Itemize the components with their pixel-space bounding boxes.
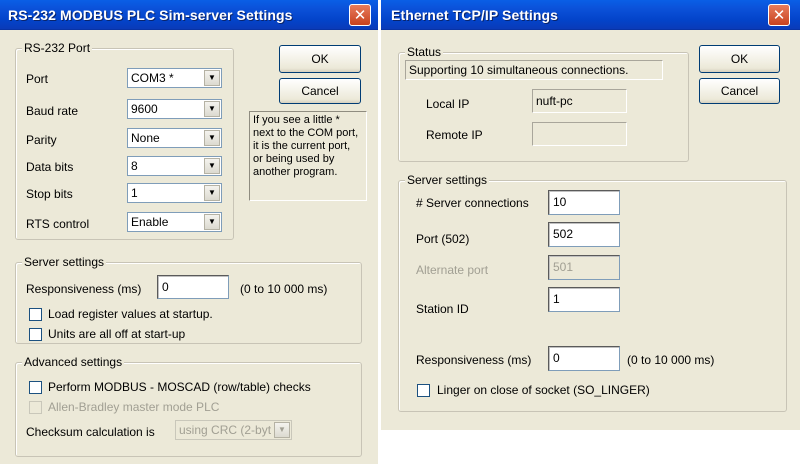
right-close-button[interactable]: ✕ [768, 4, 790, 26]
right-responsiveness-range: (0 to 10 000 ms) [627, 353, 715, 367]
baud-rate-label: Baud rate [26, 104, 79, 118]
rts-control-value: Enable [131, 215, 169, 229]
alternate-port-input[interactable]: 501 [548, 255, 620, 280]
data-bits-label: Data bits [26, 160, 74, 174]
remote-ip-label: Remote IP [426, 128, 483, 142]
checksum-value: using CRC (2-byt [179, 423, 272, 437]
station-id-value: 1 [553, 292, 560, 306]
left-server-settings-legend: Server settings [22, 255, 107, 269]
allen-bradley-label: Allen-Bradley master mode PLC [48, 400, 220, 414]
chevron-down-icon[interactable]: ▼ [204, 70, 220, 86]
parity-select[interactable]: None ▼ [127, 128, 222, 148]
chevron-down-icon[interactable]: ▼ [204, 130, 220, 146]
moscad-checkbox[interactable] [29, 381, 42, 394]
left-dialog-title: RS-232 MODBUS PLC Sim-server Settings [8, 7, 293, 23]
load-register-label: Load register values at startup. [48, 307, 213, 321]
ethernet-settings-dialog: Ethernet TCP/IP Settings ✕ Status Suppor… [381, 0, 800, 430]
tcp-port-value: 502 [553, 227, 574, 241]
chevron-down-icon[interactable]: ▼ [204, 214, 220, 230]
tcp-port-label: Port (502) [416, 232, 470, 246]
right-dialog-title: Ethernet TCP/IP Settings [391, 7, 559, 23]
left-responsiveness-label: Responsiveness (ms) [26, 282, 142, 296]
right-ok-button[interactable]: OK [699, 45, 780, 73]
advanced-settings-legend: Advanced settings [22, 355, 125, 369]
right-responsiveness-value: 0 [553, 351, 560, 365]
left-ok-button[interactable]: OK [279, 45, 361, 73]
status-text-field: Supporting 10 simultaneous connections. [405, 60, 663, 80]
right-responsiveness-input[interactable]: 0 [548, 346, 620, 371]
right-title-bar: Ethernet TCP/IP Settings ✕ [381, 0, 800, 30]
right-cancel-button[interactable]: Cancel [699, 78, 780, 104]
server-connections-value: 10 [553, 195, 567, 209]
stop-bits-label: Stop bits [26, 187, 73, 201]
units-off-checkbox[interactable] [29, 328, 42, 341]
com-port-info-text: If you see a little * next to the COM po… [249, 111, 367, 201]
left-responsiveness-value: 0 [162, 280, 169, 294]
checksum-label: Checksum calculation is [26, 425, 155, 439]
alternate-port-value: 501 [553, 260, 574, 274]
chevron-down-icon[interactable]: ▼ [204, 185, 220, 201]
left-responsiveness-input[interactable]: 0 [157, 275, 229, 299]
rs232-settings-dialog: RS-232 MODBUS PLC Sim-server Settings ✕ … [0, 0, 378, 464]
data-bits-value: 8 [131, 159, 138, 173]
linger-checkbox[interactable] [417, 384, 430, 397]
status-text: Supporting 10 simultaneous connections. [409, 63, 629, 77]
allen-bradley-checkbox[interactable] [29, 401, 42, 414]
rs232-port-legend: RS-232 Port [22, 41, 93, 55]
server-connections-input[interactable]: 10 [548, 190, 620, 215]
parity-value: None [131, 131, 160, 145]
port-select[interactable]: COM3 * ▼ [127, 68, 222, 88]
rts-control-select[interactable]: Enable ▼ [127, 212, 222, 232]
alternate-port-label: Alternate port [416, 263, 489, 277]
left-close-button[interactable]: ✕ [349, 4, 371, 26]
port-label: Port [26, 72, 49, 86]
tcp-port-input[interactable]: 502 [548, 222, 620, 247]
linger-label: Linger on close of socket (SO_LINGER) [437, 383, 650, 397]
stop-bits-select[interactable]: 1 ▼ [127, 183, 222, 203]
local-ip-field: nuft-pc [532, 89, 627, 113]
right-server-settings-legend: Server settings [405, 173, 490, 187]
chevron-down-icon[interactable]: ▼ [204, 158, 220, 174]
load-register-checkbox[interactable] [29, 308, 42, 321]
station-id-label: Station ID [416, 302, 469, 316]
units-off-label: Units are all off at start-up [48, 327, 186, 341]
port-value: COM3 * [131, 71, 174, 85]
right-responsiveness-label: Responsiveness (ms) [416, 353, 532, 367]
baud-rate-value: 9600 [131, 102, 158, 116]
left-responsiveness-range: (0 to 10 000 ms) [240, 282, 328, 296]
local-ip-value: nuft-pc [536, 94, 573, 108]
status-legend: Status [405, 45, 444, 59]
checksum-select[interactable]: using CRC (2-byt ▼ [175, 420, 292, 440]
moscad-label: Perform MODBUS - MOSCAD (row/table) chec… [48, 380, 311, 394]
chevron-down-icon[interactable]: ▼ [274, 422, 290, 438]
left-cancel-button[interactable]: Cancel [279, 78, 361, 104]
chevron-down-icon[interactable]: ▼ [204, 101, 220, 117]
server-connections-label: # Server connections [416, 196, 529, 210]
baud-rate-select[interactable]: 9600 ▼ [127, 99, 222, 119]
data-bits-select[interactable]: 8 ▼ [127, 156, 222, 176]
stop-bits-value: 1 [131, 186, 138, 200]
remote-ip-field [532, 122, 627, 146]
local-ip-label: Local IP [426, 97, 470, 111]
rts-control-label: RTS control [26, 217, 90, 231]
left-title-bar: RS-232 MODBUS PLC Sim-server Settings ✕ [0, 0, 378, 30]
station-id-input[interactable]: 1 [548, 287, 620, 312]
parity-label: Parity [26, 133, 57, 147]
